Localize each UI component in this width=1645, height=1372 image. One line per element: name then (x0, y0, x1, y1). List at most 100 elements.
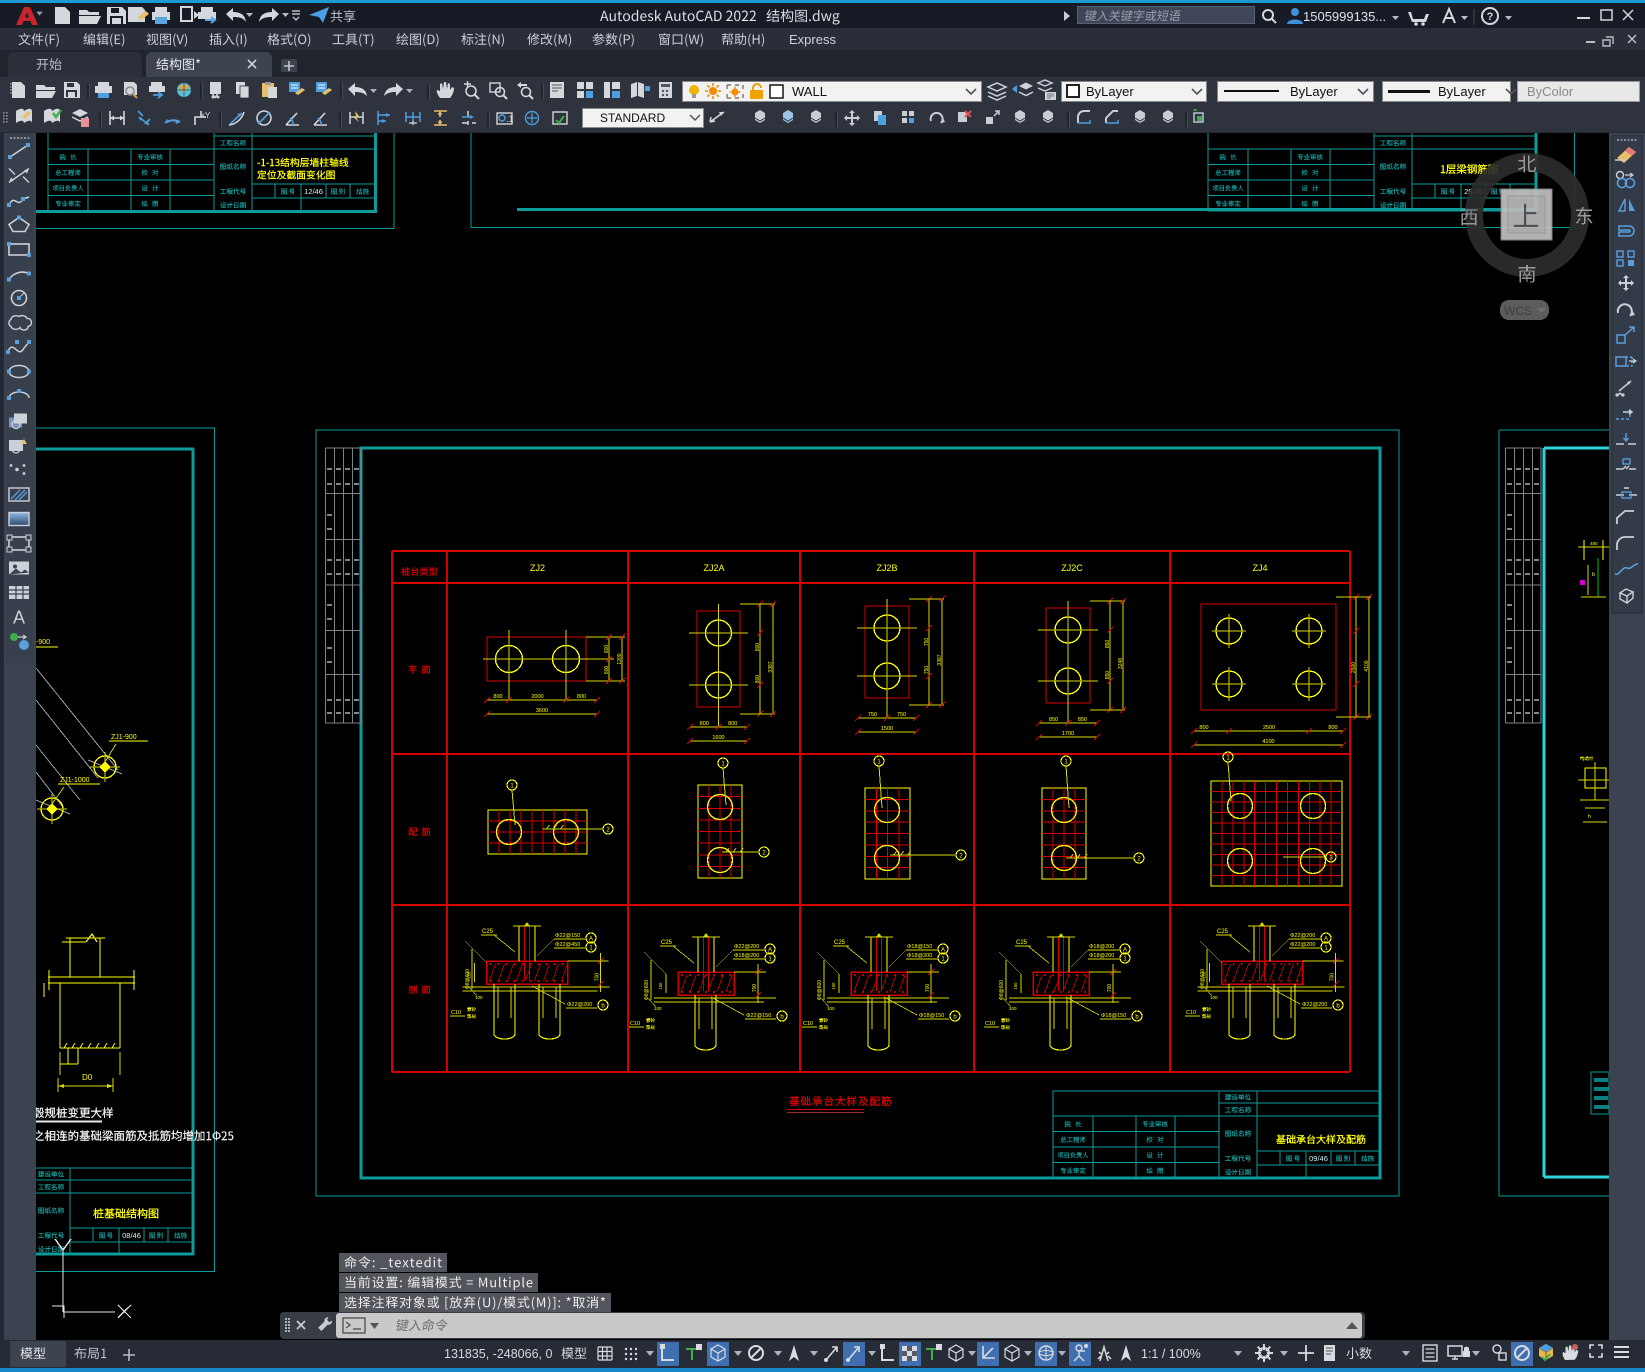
svg-text:800: 800 (755, 643, 761, 652)
svg-text:Φ18@150: Φ18@150 (919, 1013, 944, 1019)
svg-text:750: 750 (924, 638, 930, 647)
svg-text:3600: 3600 (536, 708, 548, 714)
svg-text:?: ? (1487, 11, 1494, 23)
svg-text:C25: C25 (1016, 940, 1028, 946)
svg-text:1200: 1200 (617, 653, 623, 664)
svg-text:800: 800 (755, 675, 761, 684)
svg-text:3387: 3387 (937, 654, 943, 665)
svg-text:1: 1 (721, 761, 725, 767)
svg-text:h: h (1588, 814, 1591, 820)
svg-text:A: A (941, 947, 945, 953)
svg-text:1600: 1600 (712, 735, 724, 741)
svg-text:A: A (1123, 947, 1127, 953)
svg-text:b: b (601, 1003, 605, 1009)
svg-text:3387: 3387 (768, 661, 774, 672)
svg-text:.1: .1 (506, 114, 514, 124)
svg-text:1:1 / 100%: 1:1 / 100% (1141, 1347, 1201, 1361)
svg-text:3248: 3248 (1118, 658, 1124, 669)
svg-text:150: 150 (831, 982, 836, 990)
svg-text:800: 800 (577, 694, 586, 700)
svg-text:150: 150 (1202, 971, 1207, 979)
svg-text:-900: -900 (36, 639, 50, 646)
svg-text:480: 480 (1590, 541, 1598, 546)
svg-text:750: 750 (868, 712, 877, 718)
svg-text:700: 700 (595, 973, 601, 982)
svg-text:C25: C25 (834, 940, 846, 946)
svg-text:600: 600 (604, 645, 610, 654)
svg-text:750: 750 (897, 712, 906, 718)
svg-text:Φ18@150: Φ18@150 (1101, 1013, 1126, 1019)
svg-text:b: b (1592, 572, 1595, 578)
svg-text:2: 2 (1137, 856, 1141, 862)
svg-text:12/46: 12/46 (304, 187, 323, 196)
svg-text:Φ8@600: Φ8@600 (817, 980, 823, 1000)
svg-text:2000: 2000 (531, 694, 543, 700)
svg-text:C10: C10 (630, 1021, 640, 1027)
svg-text:1: 1 (941, 956, 945, 962)
svg-text:800: 800 (728, 721, 737, 727)
svg-text:600: 600 (604, 666, 610, 675)
svg-text:b: b (1135, 1014, 1139, 1020)
svg-text:Φ8@600: Φ8@600 (999, 980, 1005, 1000)
svg-text:Φ18@200: Φ18@200 (907, 953, 932, 959)
svg-text:2500: 2500 (1263, 725, 1275, 731)
svg-text:850: 850 (1105, 640, 1111, 649)
svg-text:100: 100 (475, 995, 483, 1000)
svg-text:1: 1 (1226, 755, 1230, 761)
svg-text:Φ22@450: Φ22@450 (555, 942, 580, 948)
svg-text:Φ18@200: Φ18@200 (1089, 953, 1114, 959)
svg-text:A: A (1324, 936, 1328, 942)
svg-text:WCS: WCS (1504, 304, 1532, 318)
svg-text:C25: C25 (1217, 929, 1229, 935)
svg-text:4100: 4100 (1262, 739, 1274, 745)
svg-text:2500: 2500 (1351, 662, 1357, 673)
svg-text:ZJ2: ZJ2 (530, 563, 545, 573)
svg-text:Φ22@150: Φ22@150 (555, 933, 580, 939)
svg-text:Φ22@200: Φ22@200 (1290, 942, 1315, 948)
svg-text:1: 1 (1123, 956, 1127, 962)
svg-text:800: 800 (1328, 725, 1337, 731)
svg-text:D0: D0 (82, 1073, 93, 1082)
svg-text:2: 2 (762, 850, 766, 856)
svg-text:800: 800 (493, 694, 502, 700)
svg-text:b: b (953, 1014, 957, 1020)
svg-text:C25: C25 (482, 929, 494, 935)
svg-text:700: 700 (752, 984, 758, 993)
svg-text:Φ22@200: Φ22@200 (1290, 933, 1315, 939)
svg-text:C25: C25 (661, 940, 673, 946)
svg-text:b: b (1336, 1003, 1340, 1009)
svg-text:b: b (780, 1014, 784, 1020)
svg-text:ZJ2B: ZJ2B (876, 563, 897, 573)
svg-text:700: 700 (1107, 984, 1113, 993)
svg-text:xY: xY (201, 111, 211, 120)
svg-text:ZJ1-900: ZJ1-900 (111, 734, 137, 741)
svg-text:Φ22@200: Φ22@200 (567, 1002, 592, 1008)
svg-text:Φ22@200: Φ22@200 (1302, 1002, 1327, 1008)
svg-text:700: 700 (1330, 973, 1336, 982)
svg-text:C10: C10 (803, 1021, 813, 1027)
svg-text:1: 1 (1064, 759, 1068, 765)
svg-text:09/46: 09/46 (1309, 1154, 1328, 1163)
svg-text:850: 850 (1078, 717, 1087, 723)
svg-text:750: 750 (924, 666, 930, 675)
svg-text:C10: C10 (451, 1010, 461, 1016)
svg-text:ZJ4: ZJ4 (1252, 563, 1267, 573)
svg-text:1: 1 (877, 759, 881, 765)
svg-text:1: 1 (589, 945, 593, 951)
svg-text:1500: 1500 (881, 726, 893, 732)
svg-text:2: 2 (606, 827, 610, 833)
svg-text:1: 1 (768, 956, 772, 962)
svg-text:150: 150 (658, 982, 663, 990)
svg-text:100: 100 (654, 1006, 662, 1011)
svg-text:ZJ2C: ZJ2C (1061, 563, 1083, 573)
svg-text:C10: C10 (985, 1021, 995, 1027)
svg-text:A: A (768, 947, 772, 953)
svg-text:Φ18@200: Φ18@200 (1089, 944, 1114, 950)
svg-text:800: 800 (700, 721, 709, 727)
svg-text:Φ8@600: Φ8@600 (644, 980, 650, 1000)
svg-text:ZJ2A: ZJ2A (703, 563, 724, 573)
svg-text:100: 100 (1210, 995, 1218, 1000)
svg-text:850: 850 (1049, 717, 1058, 723)
svg-text:ZJ1-1000: ZJ1-1000 (60, 777, 90, 784)
svg-text:150: 150 (467, 971, 472, 979)
